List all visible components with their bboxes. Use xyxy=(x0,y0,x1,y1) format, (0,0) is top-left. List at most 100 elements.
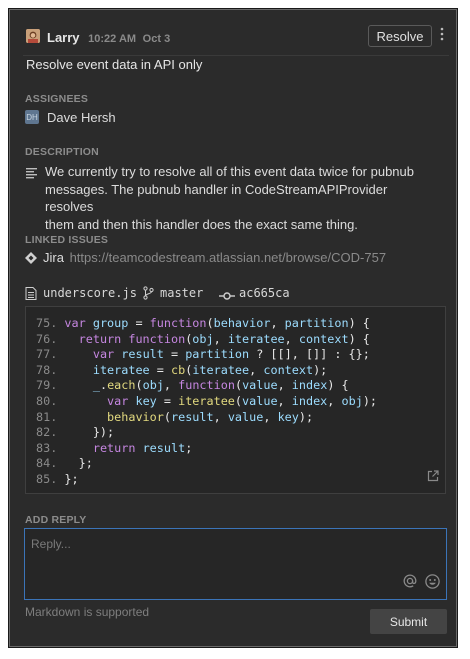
code-token: behavior xyxy=(107,409,164,424)
commit-icon xyxy=(219,288,235,306)
code-line: 75. var group = function(behavior, parti… xyxy=(36,316,377,332)
code-token: context xyxy=(298,331,349,346)
code-token: iteratee xyxy=(178,393,235,408)
code-token: var xyxy=(92,347,122,362)
branch-name: master xyxy=(160,286,204,300)
code-token: key xyxy=(277,409,299,424)
code-token: partition xyxy=(185,347,250,362)
description-label: DESCRIPTION xyxy=(25,146,99,158)
branch-icon xyxy=(143,286,154,305)
code-token: , xyxy=(327,393,342,408)
jira-icon xyxy=(25,251,37,269)
code-token: obj xyxy=(192,331,214,346)
code-token: var xyxy=(64,316,93,330)
line-number: 85. xyxy=(36,471,58,486)
code-token: ? [[], []] : {}; xyxy=(249,347,370,362)
code-token: ); xyxy=(362,393,378,408)
line-number: 80. xyxy=(36,393,58,408)
code-line: 85. }; xyxy=(36,472,377,488)
line-number: 75. xyxy=(36,316,58,330)
code-token: _ xyxy=(92,378,100,393)
code-token: , xyxy=(277,378,292,393)
emoji-icon[interactable] xyxy=(425,574,440,594)
resolve-button[interactable]: Resolve xyxy=(368,25,432,47)
code-line: 81. behavior(result, value, key); xyxy=(36,410,377,426)
code-token: , xyxy=(277,393,292,408)
code-token: }; xyxy=(64,456,93,471)
code-token: ( xyxy=(206,316,214,330)
code-token: ) { xyxy=(327,378,349,393)
reply-input[interactable]: Reply... xyxy=(24,528,447,600)
code-token: = xyxy=(128,316,150,330)
commit-hash: ac665ca xyxy=(239,286,290,300)
code-token: }); xyxy=(64,425,115,440)
code-line: 79. _.each(obj, function(value, index) { xyxy=(36,378,377,394)
file-name[interactable]: underscore.js xyxy=(43,286,137,300)
mention-icon[interactable] xyxy=(403,574,417,593)
code-line: 76. return function(obj, iteratee, conte… xyxy=(36,332,377,348)
line-number: 83. xyxy=(36,440,58,455)
code-token: , xyxy=(270,316,285,330)
markdown-hint: Markdown is supported xyxy=(25,605,150,619)
code-token: return function xyxy=(78,331,186,346)
comment-time: 10:22 AM xyxy=(88,33,137,45)
kebab-menu-icon[interactable] xyxy=(437,27,447,41)
code-line: 84. }; xyxy=(36,456,377,472)
code-token: result xyxy=(170,409,214,424)
linked-issue-provider: Jira xyxy=(43,250,64,265)
linked-issues-label: LINKED ISSUES xyxy=(25,234,109,246)
code-token: obj xyxy=(341,393,363,408)
description-line: messages. The pubnub handler in CodeStre… xyxy=(45,181,388,215)
code-token: index xyxy=(291,393,328,408)
code-token: behavior xyxy=(213,316,271,330)
code-token: group xyxy=(92,316,129,330)
line-number: 78. xyxy=(36,362,58,377)
code-token: function xyxy=(149,316,207,330)
code-token: function xyxy=(178,378,235,393)
comment-date: Oct 3 xyxy=(142,33,171,45)
code-token: , xyxy=(163,378,179,393)
code-token: var xyxy=(107,393,136,408)
code-token: obj xyxy=(142,378,164,393)
code-token: key xyxy=(135,393,157,408)
line-number: 81. xyxy=(36,409,58,424)
description-text: We currently try to resolve all of this … xyxy=(45,163,425,233)
submit-button[interactable]: Submit xyxy=(370,609,447,634)
line-number: 76. xyxy=(36,331,58,346)
code-lines: 75. var group = function(behavior, parti… xyxy=(36,316,377,488)
assignees-label: ASSIGNEES xyxy=(25,93,89,105)
line-number: 79. xyxy=(36,378,58,393)
linked-issue[interactable]: Jira https://teamcodestream.atlassian.ne… xyxy=(43,250,386,265)
linked-issue-url[interactable]: https://teamcodestream.atlassian.net/bro… xyxy=(70,250,386,265)
code-token: ( xyxy=(234,393,243,408)
code-token: ( xyxy=(135,378,143,393)
line-number: 82. xyxy=(36,425,58,440)
code-token: partition xyxy=(284,316,349,330)
description-icon xyxy=(26,166,38,184)
code-token: return xyxy=(92,440,143,455)
assignee-name: Dave Hersh xyxy=(47,110,116,125)
code-block: 75. var group = function(behavior, parti… xyxy=(25,306,446,494)
open-external-icon[interactable] xyxy=(427,469,439,487)
code-token: ; xyxy=(185,440,193,455)
reply-placeholder: Reply... xyxy=(31,537,71,551)
codemark-title: Resolve event data in API only xyxy=(26,57,203,72)
add-reply-label: ADD REPLY xyxy=(25,514,87,526)
code-token: }; xyxy=(64,471,79,486)
author-name[interactable]: Larry xyxy=(47,30,80,45)
author-avatar-icon[interactable] xyxy=(26,29,40,43)
code-line: 77. var result = partition ? [[], []] : … xyxy=(36,347,377,363)
code-token: ); xyxy=(313,362,328,377)
code-token: = xyxy=(149,362,171,377)
code-line: 80. var key = iteratee(value, index, obj… xyxy=(36,394,377,410)
description-line: We currently try to resolve all of this … xyxy=(45,164,414,179)
code-token: ) { xyxy=(348,316,370,330)
code-token: value xyxy=(242,378,278,393)
line-number: 77. xyxy=(36,347,58,362)
